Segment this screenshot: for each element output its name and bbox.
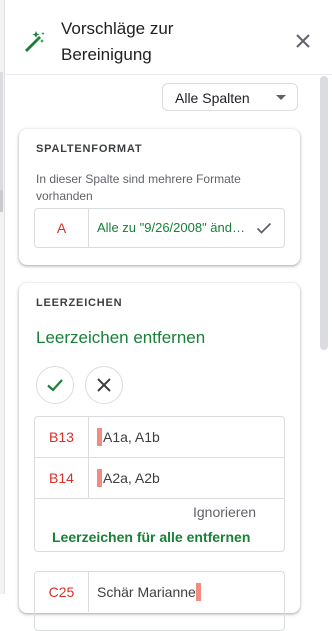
sheet-edge-marker-dark [0, 190, 3, 212]
panel-header: Vorschläge zur Bereinigung [5, 0, 332, 75]
column-format-description: In dieser Spalte sind mehrere Formate vo… [36, 172, 241, 203]
check-icon[interactable] [256, 221, 272, 235]
panel-scrollbar[interactable] [320, 76, 328, 350]
column-filter-value: Alle Spalten [175, 90, 250, 106]
issue-cell-ref: B13 [35, 417, 89, 457]
whitespace-marker [195, 583, 201, 601]
column-filter-dropdown[interactable]: Alle Spalten [162, 83, 298, 111]
check-icon [47, 379, 63, 392]
issue-cell-text: Schär Marianne [97, 584, 196, 600]
remove-whitespace-link[interactable]: Leerzeichen entfernen [36, 328, 205, 348]
format-suggestion-text[interactable]: Alle zu "9/26/2008" ändern [97, 209, 247, 247]
close-icon[interactable] [294, 32, 312, 50]
issue-cell-text: A2a, A2b [103, 470, 160, 486]
format-suggestion-row: A Alle zu "9/26/2008" ändern [34, 208, 285, 248]
column-format-card: SPALTENFORMAT In dieser Spalte sind mehr… [19, 129, 300, 265]
remove-all-whitespace-button[interactable]: Leerzeichen für alle entfernen [52, 529, 250, 545]
whitespace-title: LEERZEICHEN [36, 297, 123, 309]
dropdown-arrow-icon [276, 95, 286, 100]
issue-row[interactable]: B13 A1a, A1b [35, 417, 284, 458]
column-format-title: SPALTENFORMAT [36, 143, 143, 155]
format-column-label: A [35, 209, 89, 247]
close-icon [97, 378, 111, 392]
issue-cell-value: A1a, A1b [97, 417, 160, 457]
whitespace-marker [97, 469, 102, 487]
whitespace-issue-list-next: C25 Schär Marianne [34, 571, 285, 631]
issue-cell-value: Schär Marianne [97, 572, 202, 612]
whitespace-issue-list: B13 A1a, A1b B14 A2a, A2b Ignorieren Lee… [34, 416, 285, 552]
issue-cell-value: A2a, A2b [97, 458, 160, 498]
sheet-edge [0, 0, 5, 594]
whitespace-card: LEERZEICHEN Leerzeichen entfernen B13 A1… [19, 283, 300, 631]
reject-button[interactable] [85, 366, 123, 404]
issue-row[interactable]: B14 A2a, A2b [35, 458, 284, 499]
accept-button[interactable] [36, 366, 74, 404]
magic-wand-icon [25, 31, 45, 52]
whitespace-marker [97, 428, 102, 446]
ignore-button[interactable]: Ignorieren [193, 504, 256, 520]
issue-cell-text: A1a, A1b [103, 429, 160, 445]
panel-title: Vorschläge zur Bereinigung [61, 19, 174, 64]
issue-cell-ref: C25 [35, 572, 89, 612]
issue-cell-ref: B14 [35, 458, 89, 498]
remove-all-label: Leerzeichen für alle entfernen [52, 529, 251, 545]
